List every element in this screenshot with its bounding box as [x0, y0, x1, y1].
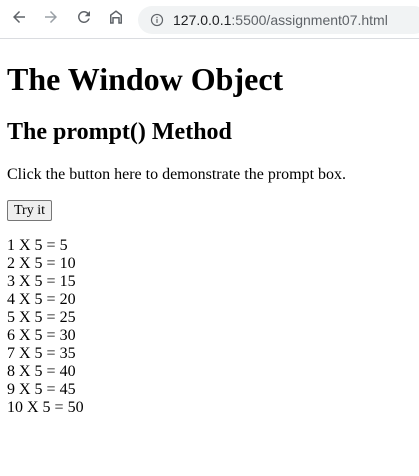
forward-button[interactable] [39, 7, 63, 31]
result-line: 8 X 5 = 40 [7, 363, 76, 380]
info-icon[interactable] [150, 13, 164, 27]
result-line: 10 X 5 = 50 [7, 399, 84, 416]
arrow-left-icon [10, 8, 28, 31]
home-button[interactable] [104, 7, 128, 31]
try-it-button[interactable]: Try it [7, 200, 53, 221]
result-line: 4 X 5 = 20 [7, 291, 76, 308]
url-path: :5500/assignment07.html [231, 12, 388, 28]
page-heading: The Window Object [7, 61, 284, 97]
arrow-right-icon [42, 8, 60, 31]
page-subheading: The prompt() Method [7, 119, 232, 145]
url-host: 127.0.0.1 [173, 12, 232, 28]
results-list: 1 X 5 = 5 2 X 5 = 10 3 X 5 = 15 4 X 5 = … [7, 237, 84, 417]
back-button[interactable] [7, 7, 31, 31]
result-line: 5 X 5 = 25 [7, 309, 76, 326]
result-line: 7 X 5 = 35 [7, 345, 76, 362]
result-line: 6 X 5 = 30 [7, 327, 76, 344]
instruction-text: Click the button here to demonstrate the… [7, 166, 347, 183]
result-line: 1 X 5 = 5 [7, 237, 68, 254]
result-line: 9 X 5 = 45 [7, 381, 76, 398]
reload-button[interactable] [72, 7, 96, 31]
url-text[interactable]: 127.0.0.1:5500/assignment07.html [173, 12, 388, 28]
reload-icon [75, 8, 93, 31]
home-icon [107, 8, 125, 31]
address-bar[interactable]: 127.0.0.1:5500/assignment07.html [138, 6, 419, 34]
browser-toolbar: 127.0.0.1:5500/assignment07.html [0, 0, 419, 39]
result-line: 3 X 5 = 15 [7, 273, 76, 290]
result-line: 2 X 5 = 10 [7, 255, 76, 272]
